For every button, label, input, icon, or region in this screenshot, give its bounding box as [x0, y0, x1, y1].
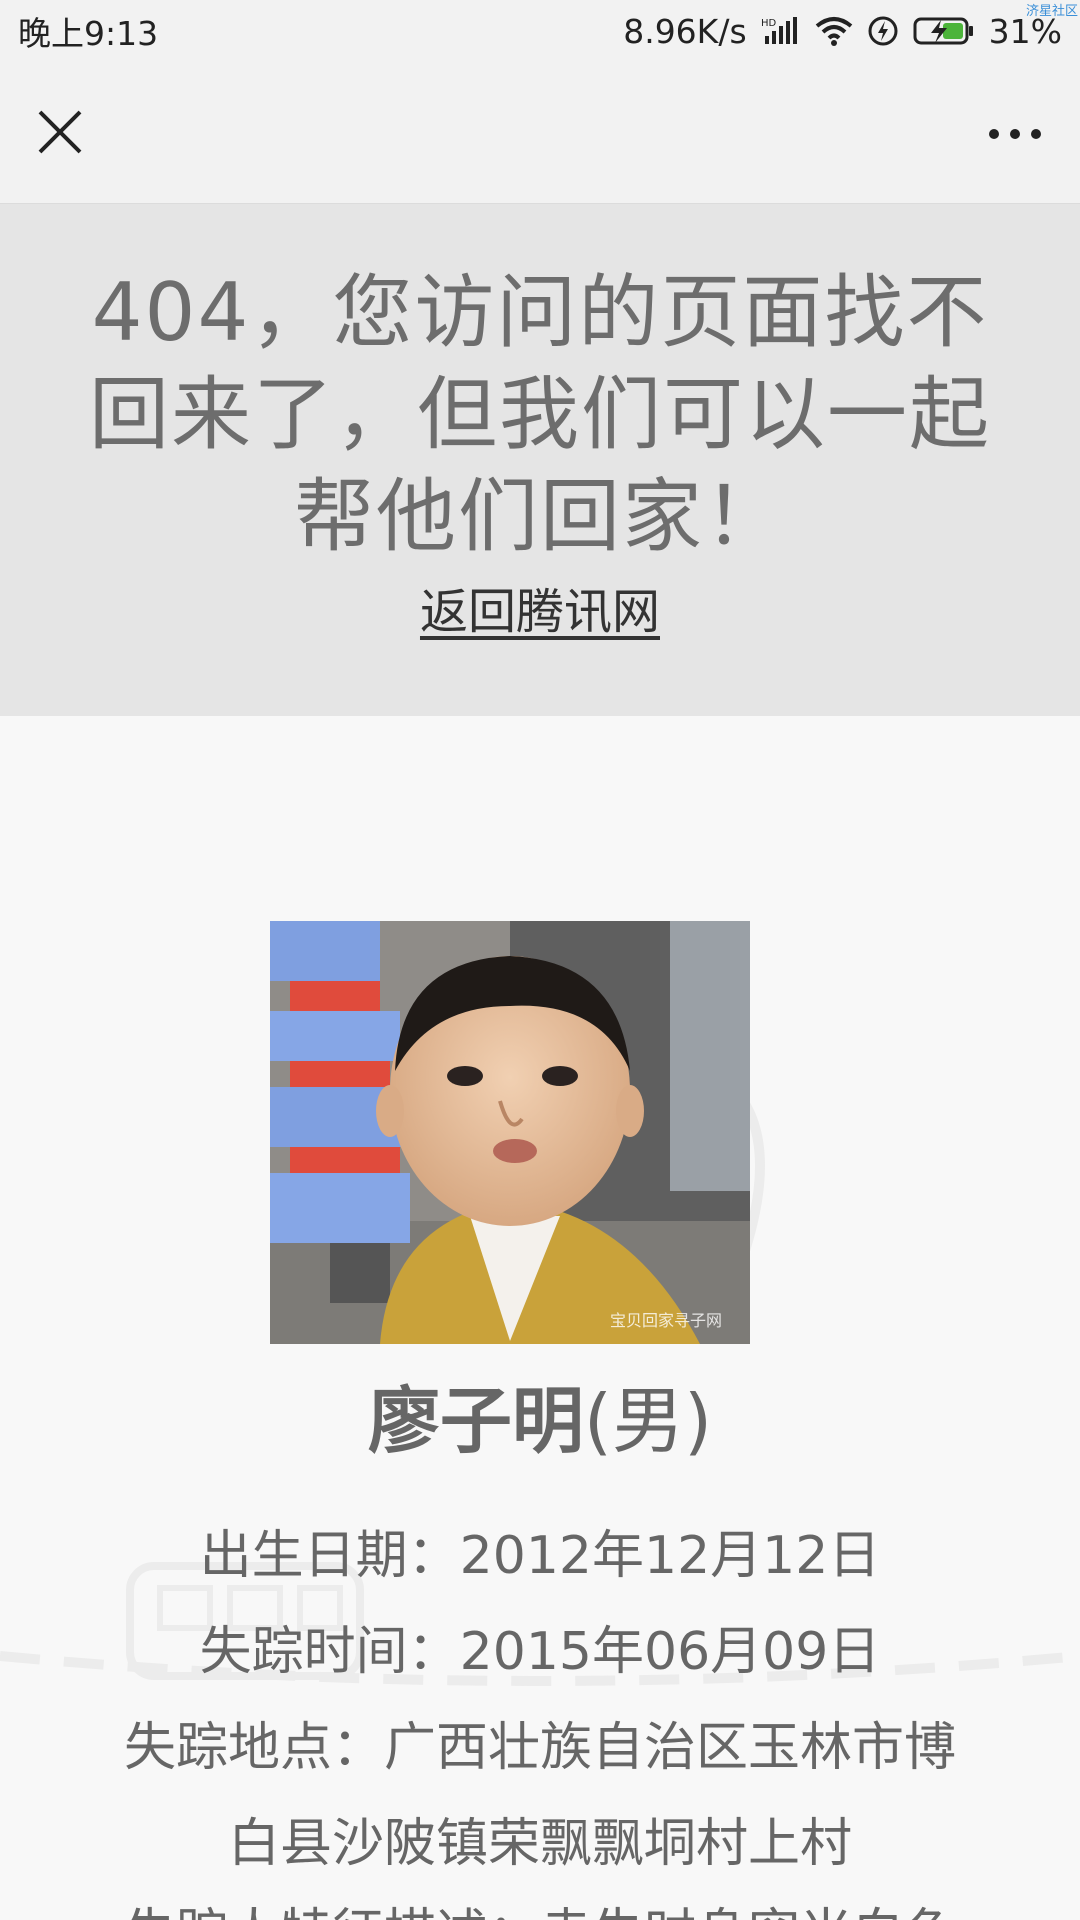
more-icon	[989, 129, 1041, 139]
wifi-icon	[815, 17, 852, 46]
close-button[interactable]	[30, 102, 90, 162]
status-bar: 晚上9:13 8.96K/s HD 31% 济星社区	[0, 0, 1080, 62]
error-message: 404，您访问的页面找不回来了，但我们可以一起帮他们回家！	[89, 266, 991, 563]
person-gender: (男)	[583, 1379, 713, 1463]
close-icon	[38, 110, 82, 154]
person-name-text: 廖子明	[367, 1379, 584, 1463]
photo-watermark: 宝贝回家寻子网	[610, 1311, 722, 1330]
network-speed: 8.96K/s	[623, 11, 747, 51]
features-description: 失踪人特征描述：走失时身穿米白色	[60, 1891, 1020, 1920]
battery-charging-icon	[913, 17, 973, 45]
nav-bar	[0, 62, 1080, 204]
birth-date: 出生日期：2012年12月12日	[199, 1526, 881, 1586]
screen: 晚上9:13 8.96K/s HD 31% 济星社区 404，您访问的页面找不回…	[0, 0, 1080, 1920]
more-button[interactable]	[980, 102, 1050, 162]
svg-text:HD: HD	[761, 18, 777, 29]
status-time: 晚上9:13	[18, 14, 159, 53]
person-name: 廖子明(男)	[0, 1362, 1080, 1467]
error-banner: 404，您访问的页面找不回来了，但我们可以一起帮他们回家！ 返回腾讯网	[0, 204, 1080, 716]
back-to-tencent-link[interactable]: 返回腾讯网	[420, 584, 660, 640]
missing-person-card: 宝贝回家寻子网 廖子明(男) 出生日期：2012年12月12日 失踪时间：201…	[0, 716, 1080, 1920]
hd-signal-icon: HD	[761, 17, 797, 44]
data-saver-icon	[868, 16, 898, 46]
missing-location: 失踪地点：广西壮族自治区玉林市博	[123, 1718, 956, 1778]
missing-location-cont: 白县沙陂镇荣飘飘垌村上村	[227, 1814, 852, 1874]
missing-child-photo: 宝贝回家寻子网	[270, 921, 750, 1344]
corner-watermark: 济星社区	[1025, 4, 1078, 19]
missing-time: 失踪时间：2015年06月09日	[199, 1622, 881, 1682]
